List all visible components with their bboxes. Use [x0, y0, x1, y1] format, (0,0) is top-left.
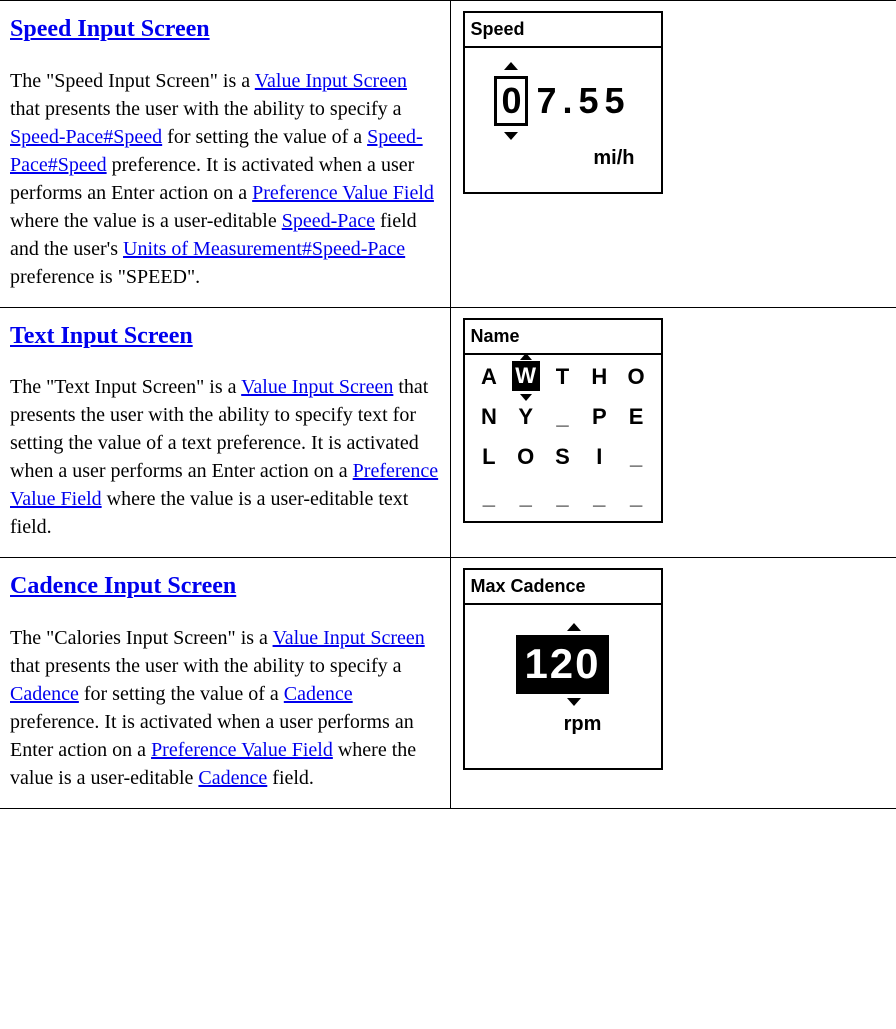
- char-cell[interactable]: P: [581, 403, 618, 431]
- char-cell[interactable]: S: [544, 443, 581, 471]
- description-cell: Speed Input Screen The "Speed Input Scre…: [0, 1, 450, 308]
- illustration-cell: Name AWTHONY_PELOSI______: [450, 307, 896, 558]
- cadence-value-spinner[interactable]: 120: [516, 635, 608, 694]
- chevron-down-icon: [567, 698, 581, 706]
- link-speed-pace-speed-1[interactable]: Speed-Pace#Speed: [10, 126, 162, 148]
- text-fragment: The "Text Input Screen" is a: [10, 376, 241, 398]
- text-fragment: field.: [267, 767, 314, 789]
- chevron-up-icon: [520, 353, 532, 360]
- link-value-input-screen[interactable]: Value Input Screen: [255, 70, 407, 92]
- text-fragment: that presents the user with the ability …: [10, 98, 402, 120]
- text-fragment: The "Calories Input Screen" is a: [10, 627, 273, 649]
- description-text: The "Speed Input Screen" is a Value Inpu…: [10, 67, 440, 291]
- device-title: Speed: [465, 13, 661, 48]
- text-fragment: where the value is a user-editable: [10, 210, 282, 232]
- link-preference-value-field[interactable]: Preference Value Field: [151, 739, 333, 761]
- illustration-cell: Speed 0 7.55 mi/h: [450, 1, 896, 308]
- char-cell[interactable]: A: [471, 363, 508, 391]
- device-cadence-screen: Max Cadence 120 rpm: [463, 568, 663, 770]
- text-fragment: preference is "SPEED".: [10, 266, 200, 288]
- table-row: Cadence Input Screen The "Calories Input…: [0, 558, 896, 809]
- chevron-up-icon: [567, 623, 581, 631]
- char-cell[interactable]: W: [507, 363, 544, 391]
- text-fragment: The "Speed Input Screen" is a: [10, 70, 255, 92]
- table-row: Text Input Screen The "Text Input Screen…: [0, 307, 896, 558]
- chevron-up-icon: [504, 62, 518, 70]
- speed-remaining-digits: 7.55: [536, 76, 630, 126]
- text-fragment: that presents the user with the ability …: [10, 655, 402, 677]
- spinner-digit-value: 0: [494, 76, 528, 126]
- char-cell[interactable]: T: [544, 363, 581, 391]
- heading-link-cadence[interactable]: Cadence Input Screen: [10, 573, 236, 599]
- char-cell[interactable]: O: [618, 363, 655, 391]
- table-row: Speed Input Screen The "Speed Input Scre…: [0, 1, 896, 308]
- link-cadence-3[interactable]: Cadence: [198, 767, 267, 789]
- cadence-unit-label: rpm: [473, 710, 653, 738]
- device-title: Max Cadence: [465, 570, 661, 605]
- device-title: Name: [465, 320, 661, 355]
- char-cell[interactable]: _: [581, 483, 618, 511]
- char-cell[interactable]: _: [618, 443, 655, 471]
- char-cell[interactable]: L: [471, 443, 508, 471]
- char-cell[interactable]: E: [618, 403, 655, 431]
- char-cell[interactable]: H: [581, 363, 618, 391]
- heading-link-speed[interactable]: Speed Input Screen: [10, 16, 210, 42]
- link-cadence-2[interactable]: Cadence: [284, 683, 353, 705]
- chevron-down-icon: [504, 132, 518, 140]
- illustration-cell: Max Cadence 120 rpm: [450, 558, 896, 809]
- link-value-input-screen[interactable]: Value Input Screen: [241, 376, 393, 398]
- link-speed-pace[interactable]: Speed-Pace: [282, 210, 375, 232]
- chevron-down-icon: [520, 394, 532, 401]
- character-grid[interactable]: AWTHONY_PELOSI______: [471, 363, 655, 511]
- description-text: The "Calories Input Screen" is a Value I…: [10, 624, 440, 792]
- link-value-input-screen[interactable]: Value Input Screen: [273, 627, 425, 649]
- device-speed-screen: Speed 0 7.55 mi/h: [463, 11, 663, 194]
- cadence-value: 120: [516, 635, 608, 694]
- char-cell[interactable]: _: [544, 483, 581, 511]
- char-cell[interactable]: O: [507, 443, 544, 471]
- speed-unit-label: mi/h: [473, 144, 653, 172]
- char-cell[interactable]: N: [471, 403, 508, 431]
- char-cell[interactable]: _: [618, 483, 655, 511]
- text-fragment: for setting the value of a: [162, 126, 367, 148]
- char-cell[interactable]: _: [544, 403, 581, 431]
- char-cell[interactable]: Y: [507, 403, 544, 431]
- heading-link-text[interactable]: Text Input Screen: [10, 323, 193, 349]
- link-preference-value-field[interactable]: Preference Value Field: [252, 182, 434, 204]
- selected-char: W: [512, 361, 540, 391]
- text-fragment: for setting the value of a: [79, 683, 284, 705]
- char-cell[interactable]: _: [507, 483, 544, 511]
- doc-table: Speed Input Screen The "Speed Input Scre…: [0, 0, 896, 809]
- description-cell: Cadence Input Screen The "Calories Input…: [0, 558, 450, 809]
- description-cell: Text Input Screen The "Text Input Screen…: [0, 307, 450, 558]
- link-units-of-measurement[interactable]: Units of Measurement#Speed-Pace: [123, 238, 405, 260]
- link-cadence-1[interactable]: Cadence: [10, 683, 79, 705]
- char-cell[interactable]: _: [471, 483, 508, 511]
- char-cell[interactable]: I: [581, 443, 618, 471]
- device-text-screen: Name AWTHONY_PELOSI______: [463, 318, 663, 523]
- speed-digit-spinner[interactable]: 0: [494, 76, 528, 126]
- description-text: The "Text Input Screen" is a Value Input…: [10, 373, 440, 541]
